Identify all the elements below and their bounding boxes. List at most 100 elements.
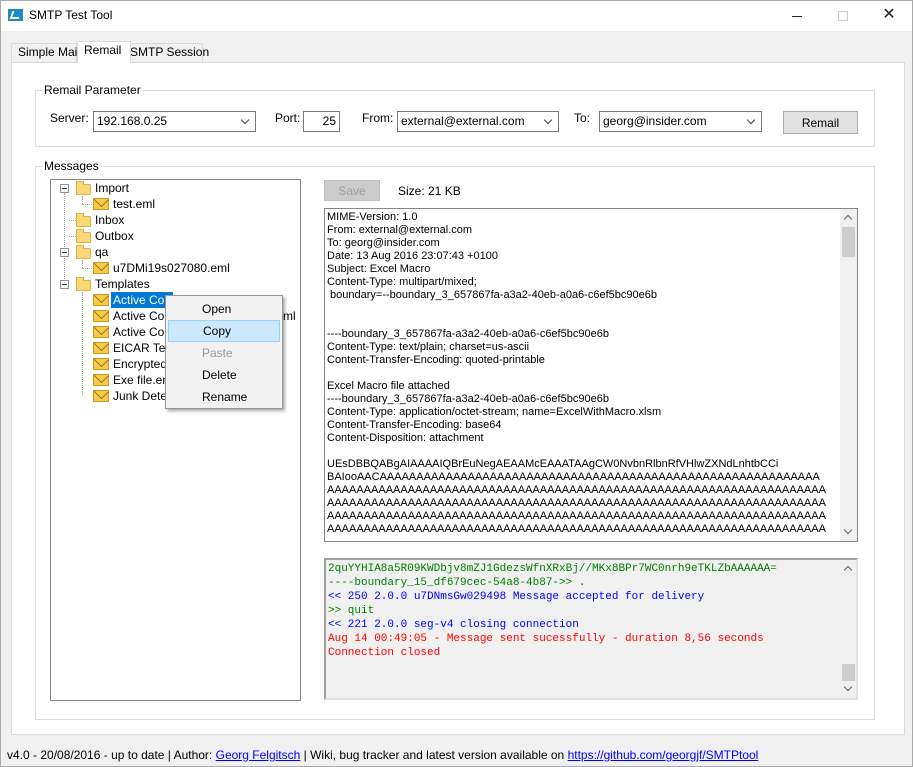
menu-item-paste[interactable]: Paste	[168, 342, 280, 364]
collapse-icon[interactable]	[60, 248, 69, 257]
version-text: v4.0 - 20/08/2016 - up to date | Author:	[7, 748, 213, 762]
tab-simple-mail[interactable]: Simple Mail	[11, 43, 80, 62]
message-content-line: Content-Disposition: attachment	[327, 432, 484, 444]
tree-folder-inbox[interactable]: Inbox	[51, 212, 291, 228]
scroll-down-icon[interactable]	[840, 524, 857, 541]
to-label: To:	[574, 111, 591, 125]
message-content-line: AAAAAAAAAAAAAAAAAAAAAAAAAAAAAAAAAAAAAAAA…	[327, 497, 826, 509]
message-content-line: Content-Type: text/plain; charset=us-asc…	[327, 341, 530, 353]
from-combo[interactable]: external@external.com	[397, 111, 559, 132]
mail-icon	[93, 358, 109, 370]
to-value: georg@insider.com	[603, 114, 707, 128]
mail-icon	[93, 294, 109, 306]
session-log-line: << 250 2.0.0 u7DNmsGw029498 Message acce…	[328, 591, 705, 603]
author-link[interactable]: Georg Felgitsch	[216, 748, 301, 762]
menu-item-delete[interactable]: Delete	[168, 364, 280, 386]
tree-label: qa	[95, 245, 109, 259]
from-value: external@external.com	[401, 114, 525, 128]
collapse-icon[interactable]	[60, 184, 69, 193]
close-button[interactable]: ✕	[866, 1, 912, 31]
tree-folder-templates[interactable]: Templates	[51, 276, 291, 292]
message-content-line: AAAAAAAAAAAAAAAAAAAAAAAAAAAAAAAAAAAAAAAA…	[327, 484, 826, 496]
github-link[interactable]: https://github.com/georgjf/SMTPtool	[568, 748, 759, 762]
minimize-button[interactable]	[774, 1, 820, 31]
context-menu: Open Copy Paste Delete Rename	[165, 295, 283, 409]
message-content-line: ----boundary_3_657867fa-a3a2-40eb-a0a6-c…	[327, 393, 609, 405]
close-icon: ✕	[882, 6, 896, 23]
title-bar[interactable]: SMTP Test Tool ✕	[1, 1, 912, 31]
message-content-line: BAIooAACAAAAAAAAAAAAAAAAAAAAAAAAAAAAAAAA…	[327, 471, 820, 483]
message-content-line: Content-Transfer-Encoding: quoted-printa…	[327, 354, 545, 366]
message-content-line: UEsDBBQABgAIAAAAIQBrEuNegAEAAMcEAAATAAgC…	[327, 458, 779, 470]
remail-button[interactable]: Remail	[783, 111, 858, 134]
minimize-icon	[792, 15, 802, 17]
tree-file-qa[interactable]: u7DMi19s027080.eml	[51, 260, 291, 276]
scroll-down-icon[interactable]	[840, 681, 856, 698]
message-content-line: Content-Transfer-Encoding: base64	[327, 419, 502, 431]
message-content-line: MIME-Version: 1.0	[327, 211, 418, 223]
menu-item-rename[interactable]: Rename	[168, 386, 280, 408]
message-content-scrollbar[interactable]	[840, 209, 857, 541]
menu-item-copy[interactable]: Copy	[168, 320, 280, 342]
mail-icon	[93, 374, 109, 386]
window-title: SMTP Test Tool	[29, 8, 113, 22]
folder-icon	[76, 245, 91, 259]
message-content-textarea[interactable]: MIME-Version: 1.0 From: external@external…	[324, 208, 858, 542]
mail-icon	[93, 390, 109, 402]
maximize-button[interactable]	[820, 1, 866, 31]
tree-file-test[interactable]: test.eml	[51, 196, 291, 212]
message-tree[interactable]: Import test.eml Inbox Outbox qa u7DMi19s…	[50, 179, 301, 701]
tree-folder-outbox[interactable]: Outbox	[51, 228, 291, 244]
mail-icon	[93, 310, 109, 322]
port-input[interactable]: 25	[303, 111, 340, 132]
server-label: Server:	[50, 111, 89, 125]
tree-label: Import	[95, 181, 130, 195]
folder-icon	[76, 229, 91, 243]
session-log-line: >> quit	[328, 605, 375, 617]
scroll-thumb[interactable]	[842, 227, 855, 257]
message-content-line: Content-Type: application/octet-stream; …	[327, 406, 662, 418]
chevron-down-icon[interactable]	[541, 112, 558, 131]
message-content-line: From: external@external.com	[327, 224, 473, 236]
app-icon	[8, 9, 23, 21]
tree-folder-import[interactable]: Import	[51, 180, 291, 196]
session-log-line: << 221 2.0.0 seg-v4 closing connection	[328, 619, 579, 631]
session-log-scrollbar[interactable]	[840, 560, 856, 698]
tree-folder-qa[interactable]: qa	[51, 244, 291, 260]
session-log-line: ----boundary_15_df679cec-54a8-4b87->> .	[328, 577, 586, 589]
session-log[interactable]: 2quYYHIA8a5R09KWDbjv8mZJ1GdezsWfnXRxBj//…	[324, 558, 858, 700]
remail-parameter-title: Remail Parameter	[42, 83, 143, 97]
chevron-down-icon[interactable]	[744, 112, 761, 131]
chevron-down-icon[interactable]	[238, 112, 255, 131]
message-content-line: ----boundary_3_657867fa-a3a2-40eb-a0a6-c…	[327, 328, 609, 340]
tree-label: Active Con	[113, 325, 172, 339]
to-combo[interactable]: georg@insider.com	[599, 111, 762, 132]
size-label: Size: 21 KB	[398, 184, 461, 198]
message-content-line: AAAAAAAAAAAAAAAAAAAAAAAAAAAAAAAAAAAAAAAA…	[327, 510, 826, 522]
tree-label: Active Con	[111, 292, 174, 308]
menu-item-open[interactable]: Open	[168, 298, 280, 320]
message-content-line	[327, 302, 841, 315]
from-label: From:	[362, 111, 394, 125]
tree-label: Encrypted	[113, 357, 168, 371]
maximize-icon	[838, 11, 848, 22]
message-content-line: Date: 13 Aug 2016 23:07:43 +0100	[327, 250, 498, 262]
server-value: 192.168.0.25	[97, 114, 168, 128]
status-bar: v4.0 - 20/08/2016 - up to date | Author:…	[1, 743, 912, 767]
collapse-icon[interactable]	[60, 280, 69, 289]
scroll-thumb[interactable]	[842, 664, 855, 681]
message-content-line	[327, 315, 841, 328]
mail-icon	[93, 262, 109, 274]
tab-smtp-session[interactable]: SMTP Session	[123, 43, 209, 62]
server-combo[interactable]: 192.168.0.25	[93, 111, 256, 132]
tree-label: EICAR Tes	[113, 341, 172, 355]
tree-label: Active Con	[113, 309, 172, 323]
message-content-line: Content-Type: multipart/mixed;	[327, 276, 477, 288]
tree-label: Exe file.em	[113, 373, 173, 387]
tab-remail[interactable]: Remail	[77, 41, 131, 63]
save-button[interactable]: Save	[324, 180, 380, 201]
message-content-line	[327, 445, 841, 458]
scroll-up-icon[interactable]	[840, 209, 857, 226]
app-window: SMTP Test Tool ✕ Simple Mail Remail SMTP…	[0, 0, 913, 767]
scroll-up-icon[interactable]	[840, 560, 856, 577]
